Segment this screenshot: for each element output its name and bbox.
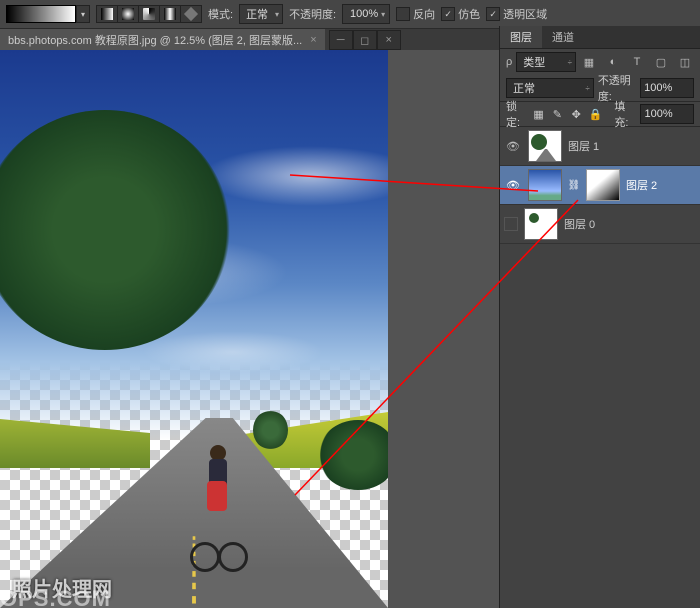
gradient-angle-button[interactable] (139, 6, 160, 22)
window-close-button[interactable]: × (377, 30, 401, 50)
layer-thumbnail[interactable] (524, 208, 558, 240)
layer-name: 图层 1 (568, 138, 599, 154)
blend-mode-select[interactable]: 正常▾ (239, 4, 283, 24)
lock-image-icon[interactable]: ✎ (551, 106, 564, 122)
layer-mask-thumbnail[interactable] (586, 169, 620, 201)
lock-fill-row: 锁定: ▦ ✎ ✥ 🔒 填充: 100% (500, 101, 700, 127)
layer-item[interactable]: 👁 ⛓ 图层 2 (500, 166, 700, 205)
filter-smart-icon[interactable]: ◫ (676, 53, 694, 71)
layer-filter-select[interactable]: 类型÷ (516, 52, 576, 72)
filter-pixel-icon[interactable]: ▦ (580, 53, 598, 71)
blend-opacity-row: 正常÷ 不透明度: 100% (500, 75, 700, 101)
gradient-radial-button[interactable] (118, 6, 139, 22)
opacity-label: 不透明度: (289, 6, 336, 22)
tab-layers[interactable]: 图层 (500, 26, 542, 48)
visibility-eye-icon[interactable]: 👁 (504, 179, 522, 192)
tree-right (318, 420, 388, 490)
panel-tabs: 图层 通道 (500, 26, 700, 49)
gradient-linear-button[interactable] (97, 6, 118, 22)
window-maximize-button[interactable]: ◻ (353, 30, 377, 50)
document-canvas[interactable]: 照片处理网 OPS.COM (0, 50, 388, 608)
gradient-type-group (96, 5, 202, 23)
layer-item[interactable]: 图层 0 (500, 205, 700, 244)
gradient-swatch[interactable] (6, 5, 76, 23)
layer-filter-icons: ▦ ◐ T ▢ ◫ (580, 53, 694, 71)
filter-shape-icon[interactable]: ▢ (652, 53, 670, 71)
mode-label: 模式: (208, 6, 233, 22)
close-tab-icon[interactable]: × (310, 34, 316, 46)
layers-list: 👁 图层 1 👁 ⛓ 图层 2 图层 0 (500, 127, 700, 244)
layer-name: 图层 2 (626, 177, 657, 193)
opacity-input[interactable]: 100%▾ (342, 4, 390, 24)
gradient-picker-dropdown[interactable]: ▾ (76, 5, 90, 23)
layer-blend-mode-select[interactable]: 正常÷ (506, 78, 594, 98)
lock-all-icon[interactable]: 🔒 (589, 106, 603, 122)
lock-label: 锁定: (506, 98, 526, 130)
filter-type-icon[interactable]: T (628, 53, 646, 71)
lock-position-icon[interactable]: ✥ (570, 106, 583, 122)
mask-link-icon[interactable]: ⛓ (568, 180, 580, 191)
dither-checkbox[interactable]: ✓仿色 (441, 6, 480, 22)
gradient-diamond-button[interactable] (181, 6, 201, 22)
transparency-checkbox[interactable]: ✓透明区域 (486, 6, 547, 22)
layer-thumbnail[interactable] (528, 130, 562, 162)
document-tab-title: bbs.photops.com 教程原图.jpg @ 12.5% (图层 2, … (8, 32, 302, 48)
workspace: 照片处理网 OPS.COM (0, 50, 500, 608)
gradient-reflected-button[interactable] (160, 6, 181, 22)
watermark-domain: OPS.COM (0, 586, 111, 608)
tab-channels[interactable]: 通道 (542, 26, 584, 48)
document-tab[interactable]: bbs.photops.com 教程原图.jpg @ 12.5% (图层 2, … (0, 29, 325, 51)
layers-panel: 图层 通道 ρ 类型÷ ▦ ◐ T ▢ ◫ 正常÷ 不透明度: 100% 锁定:… (499, 26, 700, 608)
filter-adjust-icon[interactable]: ◐ (604, 53, 622, 71)
reverse-checkbox[interactable]: 反向 (396, 6, 435, 22)
layer-name: 图层 0 (564, 216, 595, 232)
layer-thumbnail[interactable] (528, 169, 562, 201)
search-icon: ρ (506, 56, 512, 68)
options-toolbar: ▾ 模式: 正常▾ 不透明度: 100%▾ 反向 ✓仿色 ✓透明区域 (0, 0, 700, 29)
bicycle-family (175, 445, 245, 575)
fill-label: 填充: (614, 98, 634, 130)
visibility-eye-icon[interactable]: 👁 (504, 140, 522, 153)
fill-input[interactable]: 100% (640, 104, 694, 124)
layer-opacity-input[interactable]: 100% (640, 78, 694, 98)
visibility-eye-icon[interactable] (504, 217, 518, 231)
tree-small (253, 410, 288, 450)
window-minimize-button[interactable]: ─ (329, 30, 353, 50)
lock-transparent-icon[interactable]: ▦ (532, 106, 545, 122)
layer-item[interactable]: 👁 图层 1 (500, 127, 700, 166)
